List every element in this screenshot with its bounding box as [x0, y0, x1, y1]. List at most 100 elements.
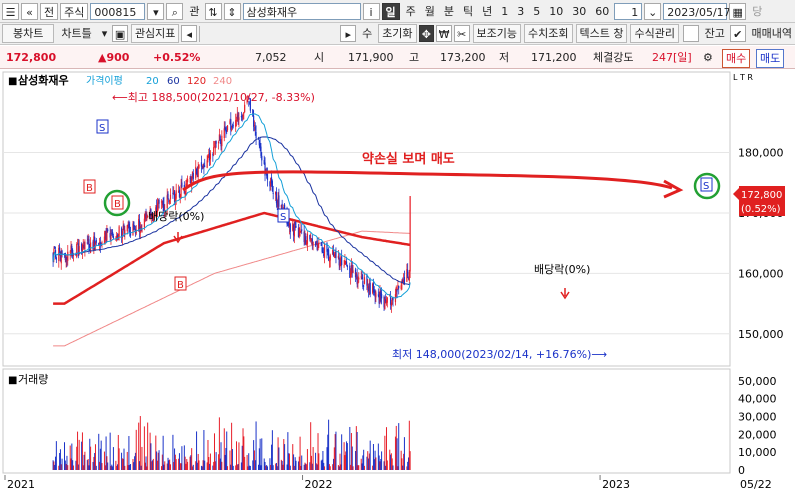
value-lookup-button[interactable]: 수치조회	[524, 24, 573, 43]
save-icon[interactable]: ▣	[112, 25, 128, 42]
time-tick-label: 2022	[305, 478, 333, 491]
candle-body	[167, 193, 169, 199]
candle-body	[192, 173, 194, 180]
stock-name-field[interactable]: 삼성화재우	[242, 2, 361, 20]
volume-bar	[187, 461, 189, 470]
candle-body	[221, 135, 223, 147]
date-input[interactable]: 2023/05/17	[663, 2, 731, 20]
calendar-icon[interactable]: ▦	[729, 2, 747, 20]
formula-button[interactable]: 수식관리	[630, 24, 679, 43]
volume-bar	[147, 422, 149, 470]
arrow-right-icon[interactable]: ▸	[340, 25, 357, 42]
indicator-button[interactable]: 관심지표	[130, 24, 180, 43]
buy-button[interactable]: 매수	[722, 49, 751, 68]
volume-bar	[90, 446, 92, 470]
search-icon[interactable]: ⌕	[166, 2, 184, 20]
period-tick[interactable]: 틱	[460, 3, 476, 20]
volume-bar	[255, 421, 257, 470]
tab-all[interactable]: 전	[40, 2, 59, 20]
gear-icon[interactable]: ⚙	[703, 46, 713, 69]
volume-panel-title: 거래량	[18, 373, 48, 386]
text-window-button[interactable]: 텍스트 창	[575, 24, 628, 43]
arrow-left-icon[interactable]: ◂	[181, 25, 198, 42]
volume-bar	[124, 465, 126, 470]
dropdown-icon[interactable]: ▾	[147, 2, 165, 20]
double-up-icon[interactable]: «	[21, 2, 38, 20]
volume-bar	[396, 438, 398, 470]
sell-button[interactable]: 매도	[756, 49, 785, 68]
volume-bar	[356, 432, 358, 470]
volume-bar	[135, 429, 137, 470]
minute-30[interactable]: 30	[569, 3, 589, 20]
volume-bar	[215, 452, 217, 470]
volume-bar	[204, 460, 206, 470]
menu-icon[interactable]: ☰	[2, 2, 19, 20]
trade-history-checkbox[interactable]: ✔	[729, 25, 746, 42]
period-week[interactable]: 주	[403, 3, 419, 20]
candle-body	[112, 236, 115, 238]
chart-frame-arrow-icon[interactable]: ▾	[99, 25, 111, 42]
price-tick-label: 180,000	[738, 147, 784, 160]
won-icon[interactable]: ₩	[436, 25, 452, 42]
minute-10[interactable]: 10	[546, 3, 566, 20]
chart-frame-button[interactable]: 차트틀	[57, 25, 95, 42]
minute-1[interactable]: 1	[498, 3, 511, 20]
panel-title: 삼성화재우	[18, 73, 69, 87]
code-input[interactable]: 000815	[90, 2, 146, 20]
sell-marker-2: S	[277, 208, 290, 223]
volume-bar	[55, 441, 57, 470]
period-month[interactable]: 월	[422, 3, 438, 20]
minute-5[interactable]: 5	[530, 3, 543, 20]
volume-bar	[72, 465, 74, 470]
volume-bar	[141, 446, 143, 470]
period-year[interactable]: 년	[479, 3, 495, 20]
indicator-strip	[205, 25, 338, 42]
price-chart[interactable]: 180,000170,000160,000150,000 50,00040,00…	[0, 70, 795, 494]
scissors-icon[interactable]: ✂	[453, 25, 470, 42]
crosshair-icon[interactable]: ✥	[418, 25, 435, 42]
volume-bar	[318, 453, 320, 470]
candle-body	[312, 241, 314, 245]
volume-bar	[130, 464, 132, 470]
info-icon[interactable]: i	[362, 2, 380, 20]
candle-body	[209, 153, 212, 160]
period-day[interactable]: 일	[381, 2, 400, 20]
candle-body	[299, 228, 301, 230]
volume-bar	[61, 458, 63, 470]
aux-function-button[interactable]: 보조기능	[472, 24, 522, 43]
minute-60[interactable]: 60	[592, 3, 612, 20]
sort-icon[interactable]: ⇅	[204, 2, 222, 20]
candle-body	[204, 165, 206, 167]
watch-label[interactable]: 관	[186, 3, 202, 20]
current-price-tag: 172,800 (0.52%)	[733, 186, 785, 216]
strength-label: 체결강도	[593, 51, 634, 64]
chart-background	[0, 70, 795, 494]
strength-value: 247[일]	[652, 51, 692, 64]
market-select[interactable]: 주식	[60, 2, 89, 20]
reset-button[interactable]: 초기화	[378, 24, 417, 43]
volume-bar	[238, 442, 240, 470]
volume-bar	[244, 456, 246, 470]
period-minute[interactable]: 분	[441, 3, 457, 20]
ma20-label: 20	[146, 76, 159, 87]
panel-corner-buttons[interactable]: L T R	[733, 73, 753, 82]
janggo-checkbox[interactable]	[682, 25, 699, 42]
open-value: 171,900	[348, 51, 394, 64]
number-button[interactable]: 수	[359, 25, 375, 42]
minute-3[interactable]: 3	[514, 3, 527, 20]
volume-bar	[84, 451, 86, 470]
count-input[interactable]: 1	[614, 2, 643, 20]
candle-body	[318, 242, 320, 245]
open-label: 시	[314, 51, 325, 64]
candle-body	[213, 147, 215, 155]
volume-bar	[101, 463, 103, 470]
candle-body	[261, 155, 263, 161]
candle-body	[158, 199, 160, 204]
today-label[interactable]: 당	[749, 3, 765, 20]
chevron-down-icon[interactable]: ⌄	[644, 2, 662, 20]
stepper-icon[interactable]: ⇕	[223, 2, 241, 20]
volume-bar	[158, 450, 160, 470]
janggo-label: 잔고	[704, 27, 725, 40]
candle-body	[101, 242, 103, 244]
candle-chart-button[interactable]: 봉차트	[2, 24, 55, 43]
